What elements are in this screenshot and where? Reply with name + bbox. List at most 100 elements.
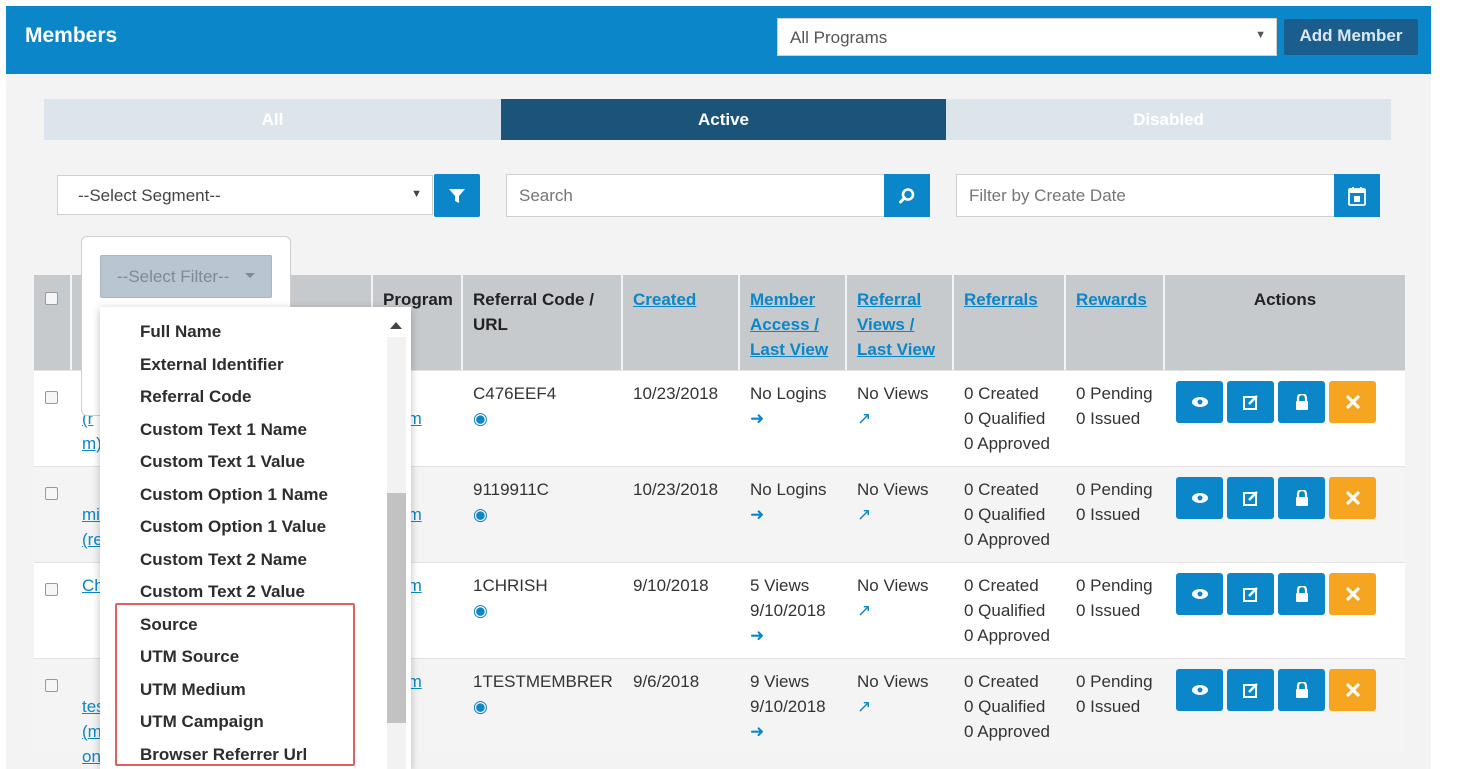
login-arrow-icon[interactable]: ➜ bbox=[750, 722, 764, 741]
referrals-value: 0 Created bbox=[964, 480, 1039, 499]
created-date: 10/23/2018 bbox=[633, 480, 719, 499]
select-filter-button[interactable]: --Select Filter-- bbox=[100, 255, 272, 298]
member-access-value: 9/10/2018 bbox=[750, 697, 826, 716]
view-button[interactable] bbox=[1176, 573, 1223, 615]
filter-option[interactable]: External Identifier bbox=[140, 355, 284, 375]
filter-option[interactable]: Referral Code bbox=[140, 387, 251, 407]
external-link-icon[interactable]: ↗ bbox=[857, 601, 871, 620]
login-arrow-icon[interactable]: ➜ bbox=[750, 505, 764, 524]
select-filter-label: --Select Filter-- bbox=[117, 267, 230, 286]
referral-code: 1TESTMEMBRER bbox=[473, 672, 613, 691]
created-date: 9/10/2018 bbox=[633, 576, 709, 595]
external-link-icon[interactable]: ↗ bbox=[857, 505, 871, 524]
target-icon[interactable]: ◉ bbox=[473, 505, 488, 524]
filter-option[interactable]: Custom Text 1 Value bbox=[140, 452, 305, 472]
rewards-value: 0 Issued bbox=[1076, 601, 1141, 620]
member-link[interactable]: m) bbox=[82, 434, 102, 453]
search-icon bbox=[899, 187, 915, 203]
external-link-icon[interactable]: ↗ bbox=[857, 409, 871, 428]
sort-referral-views-link[interactable]: Referral Views / Last View bbox=[857, 290, 935, 359]
referrals-value: 0 Approved bbox=[964, 434, 1051, 453]
row-checkbox[interactable] bbox=[45, 679, 58, 692]
rewards-cell: 0 Pending 0 Issued bbox=[1066, 659, 1163, 755]
member-link[interactable]: mi bbox=[82, 505, 100, 524]
rewards-cell: 0 Pending 0 Issued bbox=[1066, 467, 1163, 563]
rewards-value: 0 Pending bbox=[1076, 384, 1153, 403]
target-icon[interactable]: ◉ bbox=[473, 601, 488, 620]
calendar-button[interactable] bbox=[1334, 174, 1380, 217]
lock-button[interactable] bbox=[1278, 573, 1325, 615]
filter-button[interactable] bbox=[434, 174, 480, 217]
member-link[interactable]: (m bbox=[82, 722, 102, 741]
edit-button[interactable] bbox=[1227, 381, 1274, 423]
referral-code: 9119911C bbox=[473, 480, 549, 499]
calendar-icon bbox=[1348, 186, 1366, 206]
add-member-button[interactable]: Add Member bbox=[1284, 19, 1418, 55]
row-checkbox[interactable] bbox=[45, 391, 58, 404]
tab-active[interactable]: Active bbox=[501, 99, 946, 140]
edit-icon bbox=[1242, 491, 1258, 506]
filter-option[interactable]: Full Name bbox=[140, 322, 221, 342]
sort-rewards-link[interactable]: Rewards bbox=[1076, 290, 1147, 309]
tab-all[interactable]: All bbox=[44, 99, 501, 140]
target-icon[interactable]: ◉ bbox=[473, 697, 488, 716]
program-select-value: All Programs bbox=[790, 28, 888, 47]
filter-option[interactable]: Custom Text 2 Name bbox=[140, 550, 307, 570]
segment-select[interactable]: --Select Segment-- ▼ bbox=[57, 175, 433, 215]
referral-code-cell: 9119911C ◉ bbox=[463, 467, 559, 563]
created-cell: 9/6/2018 bbox=[623, 659, 709, 755]
dropdown-scrollbar-thumb[interactable] bbox=[387, 493, 406, 723]
sort-member-access-link[interactable]: Member Access / Last View bbox=[750, 290, 828, 359]
lock-button[interactable] bbox=[1278, 669, 1325, 711]
column-referral-code-label: Referral Code / URL bbox=[473, 290, 594, 334]
filter-option[interactable]: Custom Option 1 Value bbox=[140, 517, 326, 537]
delete-button[interactable] bbox=[1329, 381, 1376, 423]
tab-disabled[interactable]: Disabled bbox=[946, 99, 1391, 140]
lock-button[interactable] bbox=[1278, 381, 1325, 423]
login-arrow-icon[interactable]: ➜ bbox=[750, 626, 764, 645]
edit-button[interactable] bbox=[1227, 573, 1274, 615]
edit-button[interactable] bbox=[1227, 477, 1274, 519]
program-select[interactable]: All Programs ▼ bbox=[777, 18, 1277, 56]
member-link[interactable]: on bbox=[82, 747, 101, 766]
delete-button[interactable] bbox=[1329, 477, 1376, 519]
referrals-cell: 0 Created 0 Qualified 0 Approved bbox=[954, 467, 1060, 563]
lock-button[interactable] bbox=[1278, 477, 1325, 519]
target-icon[interactable]: ◉ bbox=[473, 409, 488, 428]
view-button[interactable] bbox=[1176, 381, 1223, 423]
member-access-value: No Logins bbox=[750, 480, 827, 499]
scroll-up-arrow-icon[interactable] bbox=[390, 322, 402, 329]
close-icon bbox=[1345, 491, 1360, 505]
referrals-value: 0 Created bbox=[964, 384, 1039, 403]
delete-button[interactable] bbox=[1329, 669, 1376, 711]
eye-icon bbox=[1191, 493, 1208, 503]
sort-referrals-link[interactable]: Referrals bbox=[964, 290, 1038, 309]
view-button[interactable] bbox=[1176, 477, 1223, 519]
filter-option[interactable]: Custom Text 2 Value bbox=[140, 582, 305, 602]
edit-button[interactable] bbox=[1227, 669, 1274, 711]
referrals-value: 0 Qualified bbox=[964, 409, 1046, 428]
filter-option[interactable]: Custom Option 1 Name bbox=[140, 485, 328, 505]
search-input[interactable] bbox=[506, 174, 885, 217]
filter-option[interactable]: Custom Text 1 Name bbox=[140, 420, 307, 440]
referrals-value: 0 Qualified bbox=[964, 505, 1046, 524]
row-checkbox[interactable] bbox=[45, 487, 58, 500]
close-icon bbox=[1345, 395, 1360, 409]
search-button[interactable] bbox=[884, 174, 930, 217]
rewards-value: 0 Issued bbox=[1076, 409, 1141, 428]
segment-select-value: --Select Segment-- bbox=[78, 186, 221, 205]
member-access-cell: 5 Views 9/10/2018 ➜ bbox=[740, 563, 836, 659]
referral-views-cell: No Views ↗ bbox=[847, 467, 939, 563]
created-cell: 10/23/2018 bbox=[623, 467, 728, 563]
member-access-value: 9/10/2018 bbox=[750, 601, 826, 620]
delete-button[interactable] bbox=[1329, 573, 1376, 615]
edit-icon bbox=[1242, 683, 1258, 698]
view-button[interactable] bbox=[1176, 669, 1223, 711]
members-header: Members All Programs ▼ Add Member bbox=[6, 6, 1431, 74]
login-arrow-icon[interactable]: ➜ bbox=[750, 409, 764, 428]
create-date-filter-input[interactable] bbox=[956, 174, 1335, 217]
row-checkbox[interactable] bbox=[45, 583, 58, 596]
external-link-icon[interactable]: ↗ bbox=[857, 697, 871, 716]
sort-created-link[interactable]: Created bbox=[633, 290, 696, 309]
created-cell: 10/23/2018 bbox=[623, 371, 728, 467]
